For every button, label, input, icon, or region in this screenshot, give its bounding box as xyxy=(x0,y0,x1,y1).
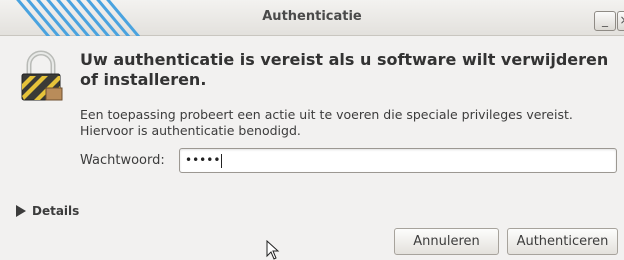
title-bar[interactable]: Authenticatie _ × xyxy=(0,0,624,36)
password-value: ••••• xyxy=(185,153,221,167)
triangle-right-icon xyxy=(16,205,26,217)
password-label: Wachtwoord: xyxy=(80,153,165,168)
password-field[interactable]: ••••• xyxy=(179,148,617,173)
text-cursor xyxy=(221,153,223,168)
mouse-pointer-icon xyxy=(266,240,280,260)
authenticate-button[interactable]: Authenticeren xyxy=(507,228,618,255)
cancel-button[interactable]: Annuleren xyxy=(394,228,499,255)
details-label: Details xyxy=(32,204,80,218)
close-button[interactable]: × xyxy=(617,11,624,31)
dialog-heading: Uw authenticatie is vereist als u softwa… xyxy=(80,50,609,89)
dialog-description: Een toepassing probeert een actie uit te… xyxy=(80,107,573,138)
padlock-icon xyxy=(21,50,63,101)
details-expander[interactable]: Details xyxy=(16,204,79,218)
window-title: Authenticatie xyxy=(262,9,362,24)
minimize-button[interactable]: _ xyxy=(594,11,616,31)
